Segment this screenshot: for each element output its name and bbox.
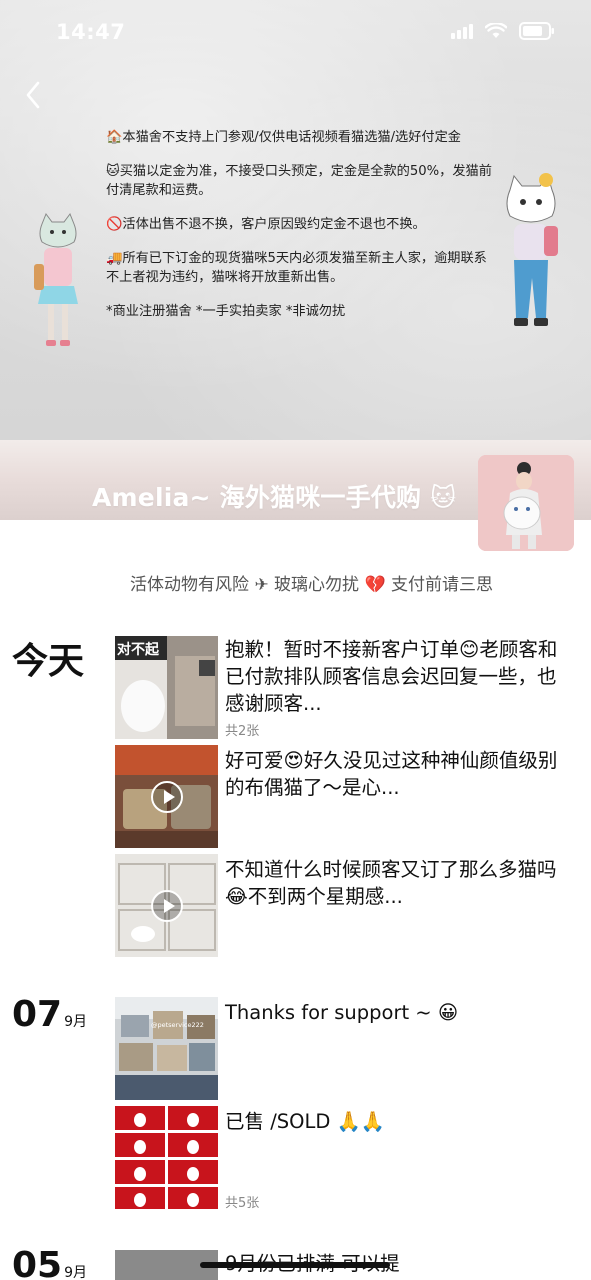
play-icon <box>151 781 183 813</box>
image-count: 共5张 <box>225 1196 260 1211</box>
notice-line: *商业注册猫舍 *一手实拍卖家 *非诚勿扰 <box>106 304 346 319</box>
moment-post[interactable]: @petservice222 Thanks for support ~ 😀 <box>115 997 575 1101</box>
battery-icon <box>519 22 554 40</box>
post-text: 好可爱😍好久没见过这种神仙颜值级别的布偶猫了～是心... <box>225 749 558 799</box>
post-thumbnail-video[interactable] <box>115 745 218 848</box>
cat-girl-illustration-left <box>34 212 78 346</box>
post-thumbnail-video[interactable] <box>115 854 218 957</box>
notice-line: 🚫活体出售不退不换，客户原因毁约定金不退也不换。 <box>106 217 426 232</box>
status-time: 14:47 <box>56 20 126 44</box>
post-thumbnail[interactable]: 对不起 <box>115 636 218 739</box>
profile-name: Amelia~ 海外猫咪一手代购 🐱 <box>92 483 457 512</box>
play-icon <box>151 890 183 922</box>
status-bar: 14:47 <box>0 0 591 64</box>
image-count: 共2张 <box>225 724 260 739</box>
post-thumbnail[interactable]: @petservice222 <box>115 997 218 1100</box>
wifi-icon <box>485 23 507 38</box>
post-text: 抱歉！暂时不接新客户订单😊老顾客和已付款排队顾客信息会迟回复一些，也感谢顾客..… <box>225 638 558 715</box>
moment-post[interactable]: 不知道什么时候顾客又订了那么多猫吗😂不到两个星期感... <box>115 854 575 958</box>
home-indicator[interactable] <box>200 1262 390 1268</box>
status-icons <box>451 22 555 40</box>
date-day: 05 <box>12 1245 63 1280</box>
notice-line: 🐱买猫以定金为准，不接受口头预定，定金是全款的50%，发猫前付清尾款和运费。 <box>106 164 492 198</box>
moment-post[interactable]: 好可爱😍好久没见过这种神仙颜值级别的布偶猫了～是心... <box>115 745 575 849</box>
signal-icon <box>451 24 473 39</box>
date-month: 9月 <box>64 1265 88 1280</box>
moment-post[interactable]: 对不起 抱歉！暂时不接新客户订单😊老顾客和已付款排队顾客信息会迟回复一些，也感谢… <box>115 636 575 740</box>
post-thumbnail-grid[interactable] <box>115 1106 218 1209</box>
cat-carriers-stacked-photo <box>115 997 218 1100</box>
date-today: 今天 <box>12 632 84 684</box>
sold-cats-grid <box>115 1106 218 1209</box>
chevron-left-icon <box>26 81 40 109</box>
notice-line: 🏠本猫舍不支持上门参观/仅供电话视频看猫选猫/选好付定金 <box>106 130 461 145</box>
avatar[interactable] <box>478 455 574 551</box>
thumbnail-caption: 对不起 <box>117 642 159 658</box>
date-sep-07: 07 9月 <box>12 994 87 1035</box>
back-button[interactable] <box>16 78 50 112</box>
post-text: 不知道什么时候顾客又订了那么多猫吗😂不到两个星期感... <box>225 858 557 908</box>
cat-girl-illustration-right <box>506 173 558 326</box>
cover-notice: 🏠本猫舍不支持上门参观/仅供电话视频看猫选猫/选好付定金 🐱买猫以定金为准，不接… <box>106 128 500 321</box>
post-text: 已售 /SOLD 🙏🙏 <box>225 1110 386 1133</box>
post-text: Thanks for support ~ 😀 <box>225 1001 459 1024</box>
moment-post[interactable]: 已售 /SOLD 🙏🙏 共5张 <box>115 1106 575 1211</box>
date-month: 9月 <box>64 1014 88 1030</box>
date-sep-05: 05 9月 <box>12 1245 87 1280</box>
date-day: 07 <box>12 994 63 1035</box>
cover-image[interactable]: 14:47 🏠本猫舍不支持上门参观/仅供电话视频看猫选猫/选好付定金 🐱买猫以定… <box>0 0 591 440</box>
profile-signature: 活体动物有风险 ✈ 玻璃心勿扰 💔 支付前请三思 <box>130 575 494 595</box>
date-label: 今天 <box>12 641 85 682</box>
photo-watermark: @petservice222 <box>151 1021 204 1029</box>
avatar-illustration <box>478 455 574 551</box>
notice-line: 🚚所有已下订金的现货猫咪5天内必须发猫至新主人家，逾期联系不上者视为违约，猫咪将… <box>106 251 487 285</box>
